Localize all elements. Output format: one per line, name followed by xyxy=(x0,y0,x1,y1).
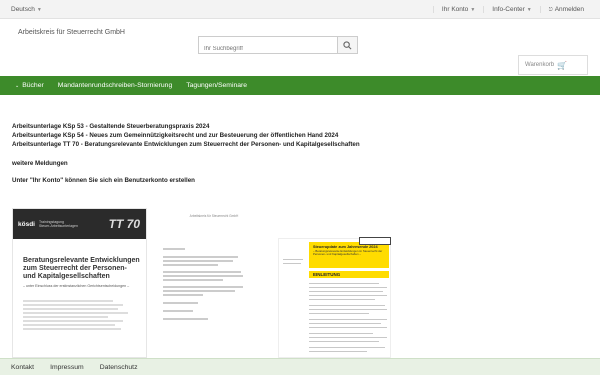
letter-header: Arbeitskreis für Steuerrecht GmbH xyxy=(189,214,239,218)
news-link[interactable]: Arbeitsunterlage KSp 54 - Neues zum Geme… xyxy=(12,131,592,140)
more-news-link[interactable]: weitere Meldungen xyxy=(12,159,592,168)
cover-title: Beratungsrelevante Entwicklungen zum Ste… xyxy=(23,257,140,280)
footer-link-kontakt[interactable]: Kontakt xyxy=(0,364,42,371)
info-center-menu[interactable]: Info-Center ▼ xyxy=(483,6,539,13)
top-bar: Deutsch ▼ Ihr Konto ▼ Info-Center ▼ ⎋ Anmeld… xyxy=(0,0,600,19)
cover-subtitle: – unter Einschluss der erstinstanzlichen… xyxy=(23,284,130,288)
cover-header: kösdi Trainingstagung Steuer-Arbeitsunte… xyxy=(13,209,146,239)
news-section: Arbeitsunterlage KSp 53 - Gestaltende St… xyxy=(12,122,592,185)
chevron-down-icon: ▼ xyxy=(526,7,532,13)
footer-link-datenschutz[interactable]: Datenschutz xyxy=(92,364,146,371)
cover-authors xyxy=(13,288,146,330)
section-heading: EINLEITUNG xyxy=(309,271,389,278)
chevron-down-icon: ▼ xyxy=(36,7,42,13)
header: Arbeitskreis für Steuerrecht GmbH Warenk… xyxy=(0,19,600,75)
product-newsletter-preview[interactable]: Steuerupdate zum Jahresende 2024 – Berat… xyxy=(278,237,391,358)
main-nav: ⌄ Bücher Mandantenrundschreiben-Stornieru… xyxy=(0,76,600,95)
info-center-label: Info-Center xyxy=(492,6,525,13)
highlight-subtitle: – Beratungsrelevante Entwicklungen im St… xyxy=(313,249,383,257)
search-icon xyxy=(343,40,352,49)
search-button[interactable] xyxy=(337,37,357,53)
nav-item-tagungen[interactable]: Tagungen/Seminare xyxy=(179,82,254,89)
cart-label: Warenkorb xyxy=(525,62,555,68)
footer: Kontakt Impressum Datenschutz xyxy=(0,358,600,375)
login-link[interactable]: ⎋ Anmelden xyxy=(539,6,592,13)
language-label: Deutsch xyxy=(11,6,35,13)
nav-item-label: Bücher xyxy=(22,82,44,89)
login-label: Anmelden xyxy=(554,6,584,13)
news-link[interactable]: Arbeitsunterlage TT 70 - Beratungsreleva… xyxy=(12,140,592,149)
chevron-down-icon: ▼ xyxy=(470,7,476,13)
product-letter-preview[interactable]: Arbeitskreis für Steuerrecht GmbH xyxy=(150,208,278,358)
highlight-box: Steuerupdate zum Jahresende 2024 – Berat… xyxy=(309,242,389,268)
top-bar-links: Ihr Konto ▼ Info-Center ▼ ⎋ Anmelden xyxy=(432,6,592,13)
account-hint: Unter "Ihr Konto" können Sie sich ein Be… xyxy=(12,177,195,184)
company-logo[interactable]: Arbeitskreis für Steuerrecht GmbH xyxy=(18,29,125,36)
chevron-down-icon: ⌄ xyxy=(15,83,20,89)
product-cover-tt70[interactable]: kösdi Trainingstagung Steuer-Arbeitsunte… xyxy=(12,208,147,358)
account-label: Ihr Konto xyxy=(441,6,469,13)
news-link[interactable]: Arbeitsunterlage KSp 53 - Gestaltende St… xyxy=(12,122,592,131)
search-input[interactable] xyxy=(199,41,337,57)
product-thumbnails: kösdi Trainingstagung Steuer-Arbeitsunte… xyxy=(12,208,592,358)
nav-item-buecher[interactable]: ⌄ Bücher xyxy=(0,82,51,89)
search-box xyxy=(198,36,358,57)
nav-item-mandantenrundschreiben[interactable]: Mandantenrundschreiben-Stornierung xyxy=(51,82,180,89)
brand-logo: kösdi xyxy=(18,220,35,228)
cover-code: TT 70 xyxy=(108,217,140,231)
stamp-badge xyxy=(359,237,391,245)
language-selector[interactable]: Deutsch ▼ xyxy=(11,6,42,13)
brand-subtitle: Trainingstagung Steuer-Arbeitsunterlagen xyxy=(38,219,78,229)
lock-icon: ⎋ xyxy=(548,7,553,13)
account-menu[interactable]: Ihr Konto ▼ xyxy=(432,6,483,13)
cart-button[interactable]: Warenkorb 🛒 xyxy=(518,55,588,75)
shopping-cart-icon: 🛒 xyxy=(557,60,568,70)
footer-link-impressum[interactable]: Impressum xyxy=(42,364,92,371)
